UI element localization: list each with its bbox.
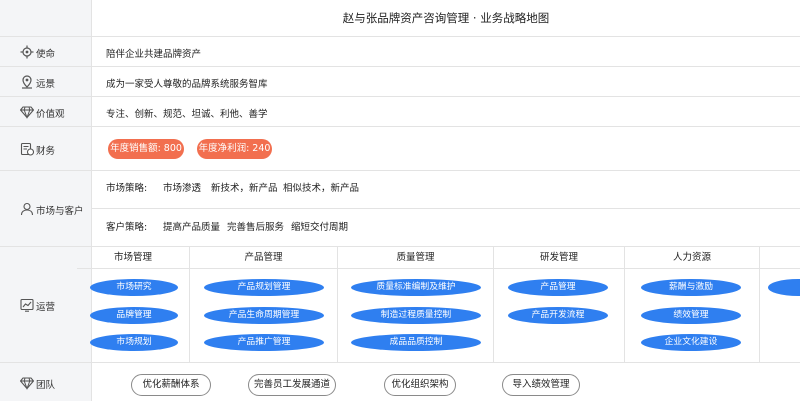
values-value: 专注、创新、规范、坦诚、利他、善学 [106,109,268,120]
mission-label-cell: 使命 [0,37,92,66]
title-corner [0,0,92,36]
page-title: 赵与张品牌资产咨询管理 · 业务战略地图 [342,11,550,25]
ops-item: 市场研究 [90,279,178,296]
team-action: 导入绩效管理 [502,374,580,396]
team-label-cell: 团队 [0,363,92,401]
market-strategy-item: 相似技术，新产品 [283,183,360,194]
ops-column-title: 人力资源 [625,247,760,269]
customer-strategy-item: 提高产品质量 [163,222,221,233]
title-row: 赵与张品牌资产咨询管理 · 业务战略地图 [0,0,800,37]
ops-item: 品牌管理 [90,307,178,324]
diamond-icon [20,377,34,390]
market-label-cell: 市场与客户 [0,171,92,246]
operations-grid: 市场管理 市场研究 品牌管理 市场规划 产品管理 产品规划管理 产品生命周期管理… [77,247,800,362]
vision-row: 远景 成为一家受人尊敬的品牌系统服务智库 [0,67,800,97]
ops-column: 市场研究 品牌管理 市场规划 [77,269,190,362]
ops-item: 绩效管理 [641,307,741,324]
mission-row: 使命 陪伴企业共建品牌资产 [0,37,800,67]
diamond-icon [20,106,34,119]
market-strategy-label: 市场策略: [106,183,148,194]
values-label-cell: 价值观 [0,97,92,126]
operations-label: 运营 [36,302,56,313]
ops-item: 产品开发流程 [508,307,608,324]
finance-label-cell: 财务 [0,127,92,170]
market-strategy-item: 市场渗透 [163,183,202,194]
market-label: 市场与客户 [36,206,84,217]
vision-label-cell: 远景 [0,67,92,96]
team-action: 完善员工发展通道 [248,374,336,396]
ops-column: 薪酬与激励 绩效管理 企业文化建设 [625,269,760,362]
ops-column-title: 研发管理 [494,247,625,269]
ops-column: 产品管理 产品开发流程 [494,269,625,362]
ops-column-title: 市场管理 [77,247,190,269]
market-strategy-item: 新技术，新产品 [211,183,278,194]
market-strategy-line: 市场策略: 市场渗透 新技术，新产品 相似技术，新产品 [92,171,800,209]
profit-pill: 年度净利润: 240 [197,139,272,159]
team-label: 团队 [36,380,56,391]
sales-pill: 年度销售额: 800 [108,139,184,159]
vision-label: 远景 [36,79,56,90]
ops-item-cut [768,279,800,296]
ops-column-title-cut [760,247,800,269]
ops-item: 薪酬与激励 [641,279,741,296]
customer-strategy-line: 客户策略: 提高产品质量 完善售后服务 缩短交付周期 [92,208,800,247]
values-row: 价值观 专注、创新、规范、坦诚、利他、善学 [0,97,800,127]
mission-value: 陪伴企业共建品牌资产 [106,49,202,60]
ops-column-cut [760,269,800,362]
ops-item: 产品生命周期管理 [204,307,324,324]
ops-item: 企业文化建设 [641,334,741,351]
team-row: 团队 优化薪酬体系 完善员工发展通道 优化组织架构 导入绩效管理 [0,363,800,401]
mission-label: 使命 [36,49,56,60]
ops-item: 市场规划 [90,334,178,351]
market-row: 市场与客户 市场策略: 市场渗透 新技术，新产品 相似技术，新产品 客户策略: … [0,171,800,247]
user-icon [20,202,34,216]
operations-row: 运营 市场管理 市场研究 品牌管理 市场规划 产品管理 产品规划管理 产品生命周… [0,247,800,363]
team-action: 优化组织架构 [384,374,456,396]
finance-icon [20,142,34,156]
finance-label: 财务 [36,146,56,157]
ops-column: 质量标准编制及维护 制造过程质量控制 成品品质控制 [338,269,494,362]
finance-row: 财务 年度销售额: 800 年度净利润: 240 [0,127,800,171]
vision-value: 成为一家受人尊敬的品牌系统服务智库 [106,79,268,90]
ops-column: 产品规划管理 产品生命周期管理 产品推广管理 [190,269,338,362]
values-label: 价值观 [36,109,65,120]
ops-item: 产品规划管理 [204,279,324,296]
customer-strategy-item: 完善售后服务 [227,222,285,233]
customer-strategy-item: 缩短交付周期 [291,222,349,233]
vision-icon [22,75,32,89]
customer-strategy-label: 客户策略: [106,222,148,233]
ops-item: 质量标准编制及维护 [351,279,481,296]
ops-item: 制造过程质量控制 [351,307,481,324]
strategy-map: 赵与张品牌资产咨询管理 · 业务战略地图 使命 陪伴企业共建品牌资产 远景 成为… [0,0,800,401]
ops-item: 成品品质控制 [351,334,481,351]
ops-item: 产品管理 [508,279,608,296]
ops-column-title: 质量管理 [338,247,494,269]
mission-icon [20,45,34,59]
ops-column-title: 产品管理 [190,247,338,269]
chart-icon [20,298,34,312]
ops-item: 产品推广管理 [204,334,324,351]
team-action: 优化薪酬体系 [131,374,211,396]
